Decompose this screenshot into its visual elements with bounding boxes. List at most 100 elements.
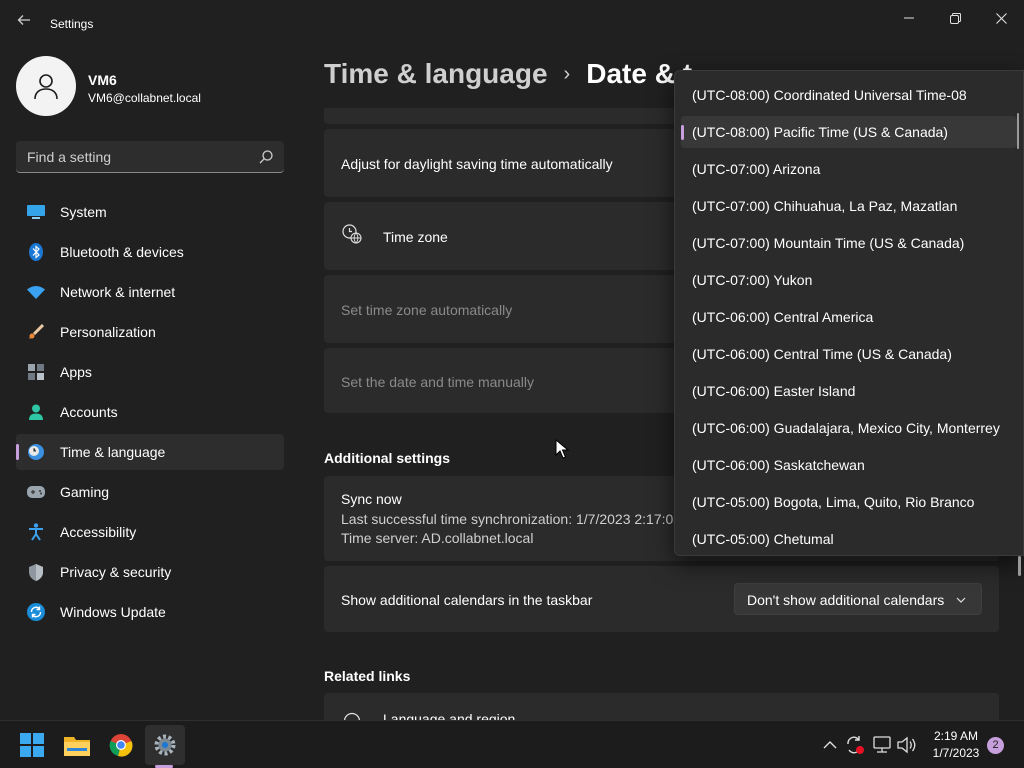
page-scrollbar[interactable]: [1018, 556, 1021, 576]
close-icon: [995, 12, 1007, 24]
sidebar-item-label: Privacy & security: [60, 564, 172, 580]
title-bar: Settings: [0, 0, 1024, 48]
sidebar-item-privacy[interactable]: Privacy & security: [16, 554, 284, 590]
search-icon: [259, 150, 273, 164]
brush-icon: [26, 322, 46, 342]
sidebar-item-label: Network & internet: [60, 284, 176, 300]
chevron-up-icon: [823, 741, 837, 749]
system-icon: [26, 202, 46, 222]
time-zone-option[interactable]: (UTC-06:00) Central America: [681, 301, 1017, 333]
daylight-saving-label: Adjust for daylight saving time automati…: [341, 156, 613, 172]
network-tray-button[interactable]: [872, 735, 892, 755]
clock-globe-icon: [26, 442, 46, 462]
sidebar-item-label: Accounts: [60, 404, 118, 420]
restore-icon: [949, 12, 961, 24]
time-zone-option-label: (UTC-07:00) Chihuahua, La Paz, Mazatlan: [692, 198, 958, 214]
last-sync-text: Last successful time synchronization: 1/…: [341, 511, 682, 527]
time-zone-option-label: (UTC-07:00) Mountain Time (US & Canada): [692, 235, 965, 251]
additional-settings-heading: Additional settings: [324, 450, 450, 466]
time-zone-option[interactable]: (UTC-08:00) Coordinated Universal Time-0…: [681, 79, 1017, 111]
settings-taskbar-button[interactable]: [145, 725, 185, 765]
sync-now-title: Sync now: [341, 491, 402, 507]
sidebar-item-windows-update[interactable]: Windows Update: [16, 594, 284, 630]
time-zone-option[interactable]: (UTC-07:00) Arizona: [681, 153, 1017, 185]
breadcrumb: Time & language › Date & t: [324, 58, 692, 90]
time-zone-label: Time zone: [383, 229, 448, 245]
additional-calendars-card: Show additional calendars in the taskbar…: [324, 566, 999, 632]
time-zone-option[interactable]: (UTC-07:00) Chihuahua, La Paz, Mazatlan: [681, 190, 1017, 222]
sidebar-item-label: Apps: [60, 364, 92, 380]
breadcrumb-separator: ›: [563, 62, 571, 85]
time-zone-dropdown[interactable]: (UTC-08:00) Coordinated Universal Time-0…: [674, 70, 1024, 556]
time-server-text: Time server: AD.collabnet.local: [341, 530, 534, 546]
sidebar-item-accessibility[interactable]: Accessibility: [16, 514, 284, 550]
globe-icon: [342, 711, 362, 720]
volume-icon: [897, 736, 916, 754]
notification-badge[interactable]: 2: [987, 737, 1004, 754]
bluetooth-icon: [26, 242, 46, 262]
chrome-icon: [109, 734, 133, 757]
sidebar-item-apps[interactable]: Apps: [16, 354, 284, 390]
person-icon: [34, 74, 58, 100]
dropdown-scrollbar[interactable]: [1017, 113, 1019, 149]
time-zone-option-label: (UTC-06:00) Easter Island: [692, 383, 856, 399]
time-zone-option-label: (UTC-07:00) Yukon: [692, 272, 813, 288]
time-zone-option-label: (UTC-06:00) Saskatchewan: [692, 457, 865, 473]
time-zone-option[interactable]: (UTC-07:00) Mountain Time (US & Canada): [681, 227, 1017, 259]
time-zone-option[interactable]: (UTC-06:00) Central Time (US & Canada): [681, 338, 1017, 370]
time-zone-option[interactable]: (UTC-05:00) Chetumal: [681, 523, 1017, 555]
chrome-button[interactable]: [101, 725, 141, 765]
time-zone-option[interactable]: (UTC-06:00) Guadalajara, Mexico City, Mo…: [681, 412, 1017, 444]
set-time-zone-auto-label: Set time zone automatically: [341, 302, 513, 318]
gamepad-icon: [26, 482, 46, 502]
back-button[interactable]: [12, 12, 36, 36]
accessibility-icon: [26, 522, 46, 542]
time-zone-option-label: (UTC-06:00) Central America: [692, 309, 874, 325]
language-region-card[interactable]: Language and region: [324, 693, 999, 720]
time-zone-option[interactable]: (UTC-05:00) Bogota, Lima, Quito, Rio Bra…: [681, 486, 1017, 518]
start-button[interactable]: [12, 725, 52, 765]
sidebar-item-label: Personalization: [60, 324, 156, 340]
sidebar-item-accounts[interactable]: Accounts: [16, 394, 284, 430]
related-links-heading: Related links: [324, 668, 411, 684]
back-arrow-icon: [17, 15, 30, 25]
file-explorer-button[interactable]: [57, 725, 97, 765]
app-title: Settings: [50, 17, 94, 31]
show-hidden-icons-button[interactable]: [820, 735, 840, 755]
chevron-down-icon: [956, 597, 966, 603]
sidebar-item-time-language[interactable]: Time & language: [16, 434, 284, 470]
sidebar-item-gaming[interactable]: Gaming: [16, 474, 284, 510]
sidebar-item-label: Gaming: [60, 484, 110, 500]
taskbar-clock-time[interactable]: 2:19 AM: [926, 729, 986, 743]
time-zone-option[interactable]: (UTC-07:00) Yukon: [681, 264, 1017, 296]
volume-tray-button[interactable]: [897, 735, 917, 755]
minimize-button[interactable]: [886, 6, 932, 30]
additional-calendars-label: Show additional calendars in the taskbar: [341, 592, 593, 608]
time-zone-option-selected[interactable]: (UTC-08:00) Pacific Time (US & Canada): [681, 116, 1017, 148]
sidebar-item-label: Bluetooth & devices: [60, 244, 184, 260]
set-date-manually-label: Set the date and time manually: [341, 374, 535, 390]
sidebar-item-label: Windows Update: [60, 604, 166, 620]
time-zone-option-label: (UTC-05:00) Chetumal: [692, 531, 834, 547]
breadcrumb-parent[interactable]: Time & language: [324, 58, 548, 90]
search-input[interactable]: Find a setting: [16, 141, 284, 173]
time-zone-option[interactable]: (UTC-06:00) Easter Island: [681, 375, 1017, 407]
mouse-cursor-icon: [555, 439, 569, 459]
sidebar-item-label: System: [60, 204, 107, 220]
search-placeholder: Find a setting: [27, 149, 112, 165]
time-zone-option[interactable]: (UTC-06:00) Saskatchewan: [681, 449, 1017, 481]
additional-calendars-select[interactable]: Don't show additional calendars: [734, 583, 982, 615]
sidebar-item-bluetooth[interactable]: Bluetooth & devices: [16, 234, 284, 270]
avatar: [16, 56, 76, 116]
sidebar-item-system[interactable]: System: [16, 194, 284, 230]
sync-tray-button[interactable]: [845, 735, 865, 755]
file-explorer-icon: [64, 737, 90, 756]
sidebar-item-network[interactable]: Network & internet: [16, 274, 284, 310]
time-zone-option-label: (UTC-08:00) Coordinated Universal Time-0…: [692, 87, 967, 103]
close-button[interactable]: [978, 6, 1024, 30]
taskbar-clock-date[interactable]: 1/7/2023: [926, 746, 986, 760]
sidebar-item-personalization[interactable]: Personalization: [16, 314, 284, 350]
time-zone-option-label: (UTC-06:00) Guadalajara, Mexico City, Mo…: [692, 420, 1000, 436]
apps-icon: [26, 362, 46, 382]
restore-button[interactable]: [932, 6, 978, 30]
